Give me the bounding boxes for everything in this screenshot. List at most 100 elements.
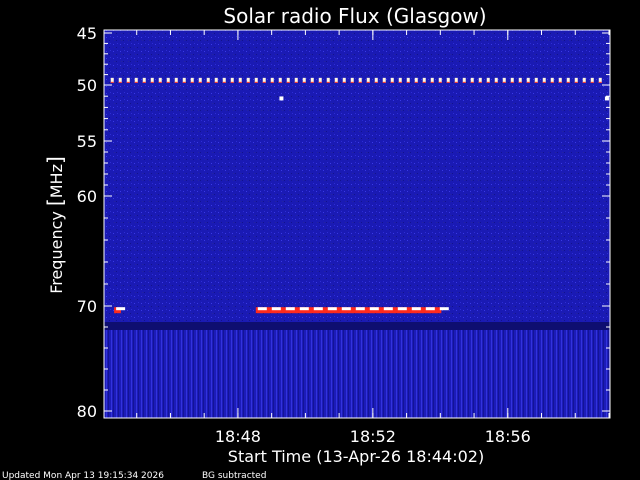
chart-title: Solar radio Flux (Glasgow) (223, 4, 486, 28)
feature-dot-edge (350, 81, 354, 83)
feature-band-core (116, 307, 126, 311)
feature-dot-edge (598, 81, 602, 83)
feature-dot-edge (158, 81, 162, 83)
x-axis-label: Start Time (13-Apr-26 18:44:02) (228, 447, 484, 466)
feature-dot-edge (150, 81, 154, 83)
feature-band-core (383, 307, 393, 311)
feature-dot-edge (502, 81, 506, 83)
feature-dot-edge (182, 81, 186, 83)
feature-dot-edge (518, 81, 522, 83)
feature-dot-edge (390, 81, 394, 83)
y-axis-label-unit: MHz (47, 164, 66, 198)
feature-dot-edge (542, 81, 546, 83)
updated-timestamp: Updated Mon Apr 13 19:15:34 2026 (2, 471, 164, 480)
x-tick-label: 18:56 (485, 427, 531, 446)
y-axis-label-bracket-close: ] (43, 156, 67, 164)
feature-dot-edge (142, 81, 146, 83)
y-tick-label: 55 (77, 132, 97, 151)
feature-dot-edge (310, 81, 314, 83)
feature-dot-edge (470, 81, 474, 83)
feature-band-core (257, 307, 267, 311)
feature-dot-edge (302, 81, 306, 83)
feature-dot-edge (126, 81, 130, 83)
feature-dot-edge (270, 81, 274, 83)
feature-dot-edge (382, 81, 386, 83)
feature-dot-edge (286, 81, 290, 83)
feature-dot-edge (486, 81, 490, 83)
feature-dot-edge (206, 81, 210, 83)
feature-dot-edge (406, 81, 410, 83)
feature-dot-edge (334, 81, 338, 83)
feature-dot-edge (366, 81, 370, 83)
feature-dot-edge (110, 81, 114, 83)
feature-band-core (285, 307, 295, 311)
feature-band-core (369, 307, 379, 311)
feature-band-core (271, 307, 281, 311)
feature-dot-edge (374, 81, 378, 83)
background-note: BG subtracted (202, 471, 266, 480)
feature-dot-edge (166, 81, 170, 83)
spectrogram-area (104, 30, 610, 418)
y-tick-label: 50 (77, 76, 97, 95)
feature-dot-edge (574, 81, 578, 83)
spectrogram-lower (104, 330, 610, 418)
feature-band-core (355, 307, 365, 311)
feature-dot-edge (198, 81, 202, 83)
feature-dot-edge (430, 81, 434, 83)
feature-dot-edge (246, 81, 250, 83)
y-axis-label-bracket-open: [ (43, 198, 67, 206)
feature-spot (604, 96, 609, 101)
feature-dot-edge (454, 81, 458, 83)
feature-band-core (327, 307, 337, 311)
feature-dot-edge (510, 81, 514, 83)
feature-dot-edge (558, 81, 562, 83)
y-tick-label: 45 (77, 24, 97, 43)
feature-4 (604, 96, 609, 101)
y-tick-label: 70 (77, 297, 97, 316)
feature-band-core (299, 307, 309, 311)
feature-spot (279, 96, 284, 101)
feature-band-core (341, 307, 351, 311)
feature-dot-edge (326, 81, 330, 83)
feature-dot-edge (190, 81, 194, 83)
feature-band-core (439, 307, 449, 311)
feature-dot-edge (414, 81, 418, 83)
feature-band-core (425, 307, 435, 311)
feature-dot-edge (398, 81, 402, 83)
feature-dot-edge (238, 81, 242, 83)
feature-dot-edge (254, 81, 258, 83)
feature-dot-edge (526, 81, 530, 83)
feature-dot-edge (294, 81, 298, 83)
feature-dot-edge (566, 81, 570, 83)
feature-dot-edge (318, 81, 322, 83)
chart-figure: Solar radio Flux (Glasgow) Frequency [MH… (2, 4, 611, 480)
feature-dot-edge (590, 81, 594, 83)
x-tick-label: 18:48 (215, 427, 261, 446)
feature-dot-edge (494, 81, 498, 83)
feature-band-core (313, 307, 323, 311)
y-axis-label-text: Frequency (47, 206, 66, 294)
feature-dot-edge (214, 81, 218, 83)
feature-dot-edge (582, 81, 586, 83)
y-tick-label: 60 (77, 187, 97, 206)
feature-dot-edge (222, 81, 226, 83)
y-tick-label: 80 (77, 402, 97, 421)
feature-dot-edge (118, 81, 122, 83)
feature-dot-edge (422, 81, 426, 83)
feature-dot-edge (446, 81, 450, 83)
feature-3 (279, 96, 284, 101)
feature-band-core (411, 307, 421, 311)
feature-dot-edge (262, 81, 266, 83)
feature-dot-edge (230, 81, 234, 83)
feature-dot-edge (174, 81, 178, 83)
x-tick-label: 18:52 (350, 427, 396, 446)
feature-dot-edge (342, 81, 346, 83)
dark-band (104, 322, 610, 330)
feature-dot-edge (134, 81, 138, 83)
feature-dot-edge (534, 81, 538, 83)
feature-dot-edge (462, 81, 466, 83)
feature-dot-edge (438, 81, 442, 83)
feature-1 (255, 307, 449, 314)
y-axis-label: Frequency [MHz] (43, 156, 67, 294)
feature-dot-edge (278, 81, 282, 83)
